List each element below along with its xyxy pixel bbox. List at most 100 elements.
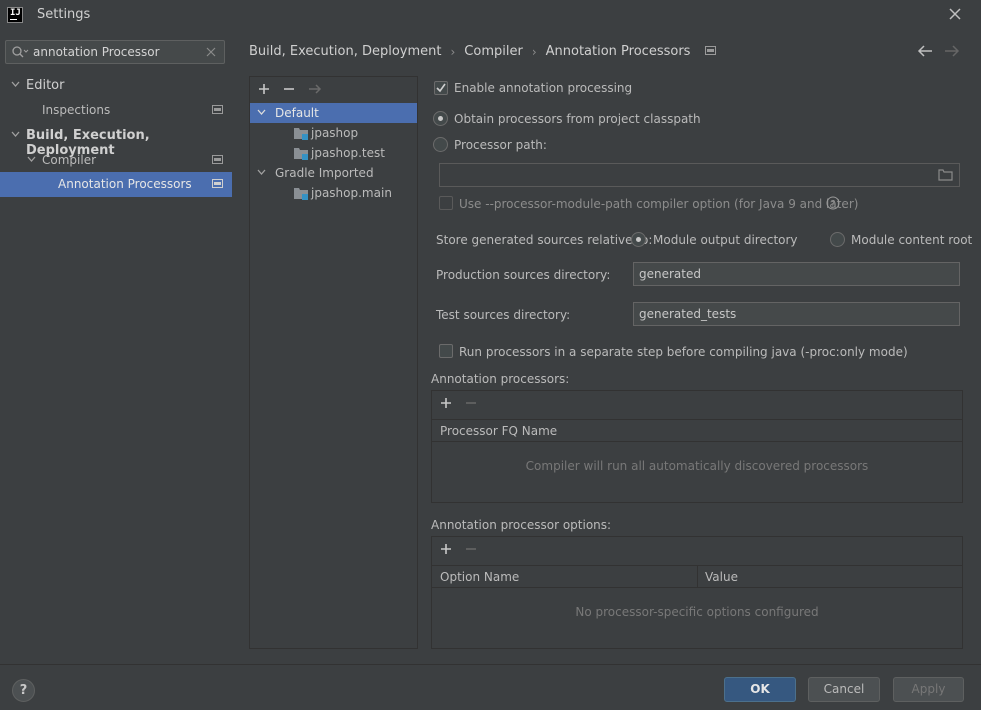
close-icon[interactable] [946,5,964,23]
enable-annotation-processing-checkbox[interactable] [434,81,448,95]
production-sources-field[interactable] [633,262,960,286]
store-relative-to-label: Store generated sources relative to: [436,233,653,247]
run-separate-step-label: Run processors in a separate step before… [459,345,908,359]
remove-icon[interactable] [282,82,296,96]
chevron-down-icon [11,131,20,137]
annotation-processors-title: Annotation processors: [431,372,570,386]
window-title: Settings [37,7,91,22]
settings-search[interactable] [5,40,225,64]
intellij-logo-icon: IJ [7,7,23,23]
empty-table-message: Compiler will run all automatically disc… [525,459,869,473]
processor-options-table: Option Name Value No processor-specific … [431,536,963,649]
forward-arrow-icon[interactable] [943,44,961,58]
add-icon[interactable] [257,82,271,96]
sidebar-item-label: Annotation Processors [58,177,192,191]
title-bar [0,0,981,30]
module-folder-icon [294,148,308,160]
processor-path-label: Processor path: [454,138,547,152]
production-sources-input[interactable] [639,266,932,282]
add-icon[interactable] [439,542,453,556]
module-item-label: jpashop [311,126,359,140]
profile-tree-panel: Default jpashop jpashop.test Gradle Impo… [249,76,418,649]
breadcrumb-item[interactable]: Compiler [464,44,523,59]
search-icon [12,46,29,58]
sidebar-item-label: Editor [26,78,65,93]
cancel-button[interactable]: Cancel [808,677,880,702]
project-settings-icon [212,105,223,114]
chevron-down-icon [257,169,266,175]
back-arrow-icon[interactable] [916,44,934,58]
module-item-label: jpashop.main [311,186,392,200]
module-output-directory-label: Module output directory [653,233,798,247]
production-sources-label: Production sources directory: [436,268,611,282]
column-divider [697,566,698,588]
module-item-jpashop-main[interactable]: jpashop.main [250,183,417,203]
table-toolbar [432,537,962,561]
sidebar-item-annotation-processors[interactable]: Annotation Processors [0,172,232,197]
help-button[interactable]: ? [12,679,35,702]
profile-item-label: Gradle Imported [275,166,374,180]
column-header[interactable]: Processor FQ Name [440,424,557,438]
chevron-down-icon [11,81,20,87]
apply-button[interactable]: Apply [893,677,964,702]
sidebar-item-editor[interactable]: Editor [0,73,232,98]
module-folder-icon [294,188,308,200]
use-processor-module-path-checkbox[interactable] [439,196,453,210]
breadcrumb-separator: › [450,44,456,59]
profile-item-gradle-imported[interactable]: Gradle Imported [250,163,417,183]
help-icon[interactable]: ? [826,196,840,210]
processor-path-radio[interactable] [433,137,448,152]
test-sources-label: Test sources directory: [436,308,571,322]
module-item-jpashop[interactable]: jpashop [250,123,417,143]
run-separate-step-checkbox[interactable] [439,344,453,358]
test-sources-input[interactable] [639,306,932,322]
ok-button[interactable]: OK [724,677,796,702]
chevron-down-icon [257,109,266,115]
table-header: Option Name Value [432,565,962,588]
module-folder-icon [294,128,308,140]
enable-annotation-processing-label: Enable annotation processing [454,81,633,95]
column-header[interactable]: Value [705,570,738,584]
processor-options-title: Annotation processor options: [431,518,612,532]
sidebar-item-compiler[interactable]: Compiler [0,148,232,173]
search-input[interactable] [33,43,193,61]
empty-table-message: No processor-specific options configured [575,605,819,619]
column-header[interactable]: Option Name [440,570,519,584]
use-processor-module-path-label: Use --processor-module-path compiler opt… [459,197,859,211]
module-content-root-label: Module content root [851,233,973,247]
clear-search-icon[interactable] [205,46,217,58]
sidebar-item-label: Compiler [42,153,97,167]
breadcrumb: Build, Execution, Deployment › Compiler › An… [249,44,716,62]
sidebar-item-label: Inspections [42,103,111,117]
breadcrumb-item: Annotation Processors [545,44,691,59]
sidebar-item-build-execution-deployment[interactable]: Build, Execution, Deployment [0,123,232,158]
breadcrumb-item[interactable]: Build, Execution, Deployment [249,44,441,59]
module-content-root-radio[interactable] [830,232,845,247]
breadcrumb-separator: › [531,44,537,59]
add-icon[interactable] [439,396,453,410]
sidebar-item-inspections[interactable]: Inspections [0,98,232,123]
obtain-from-classpath-label: Obtain processors from project classpath [454,112,701,126]
project-settings-icon [704,46,716,55]
annotation-processors-table: Processor FQ Name Compiler will run all … [431,390,963,503]
test-sources-field[interactable] [633,302,960,326]
project-settings-icon [212,155,223,164]
profile-item-default[interactable]: Default [250,103,417,123]
module-item-jpashop-test[interactable]: jpashop.test [250,143,417,163]
table-header: Processor FQ Name [432,419,962,442]
remove-icon[interactable] [464,542,478,556]
obtain-from-classpath-radio[interactable] [433,111,448,126]
module-item-label: jpashop.test [311,146,385,160]
processor-path-field[interactable] [439,163,960,187]
svg-text:?: ? [831,200,836,210]
remove-icon[interactable] [464,396,478,410]
move-to-icon[interactable] [308,82,322,96]
project-settings-icon [212,179,223,188]
module-output-directory-radio[interactable] [631,232,646,247]
profile-item-label: Default [275,106,319,120]
table-toolbar [432,391,962,415]
checkmark-icon [436,83,446,93]
profile-toolbar [250,77,417,101]
browse-folder-icon[interactable] [938,169,953,181]
chevron-down-icon [27,156,36,162]
